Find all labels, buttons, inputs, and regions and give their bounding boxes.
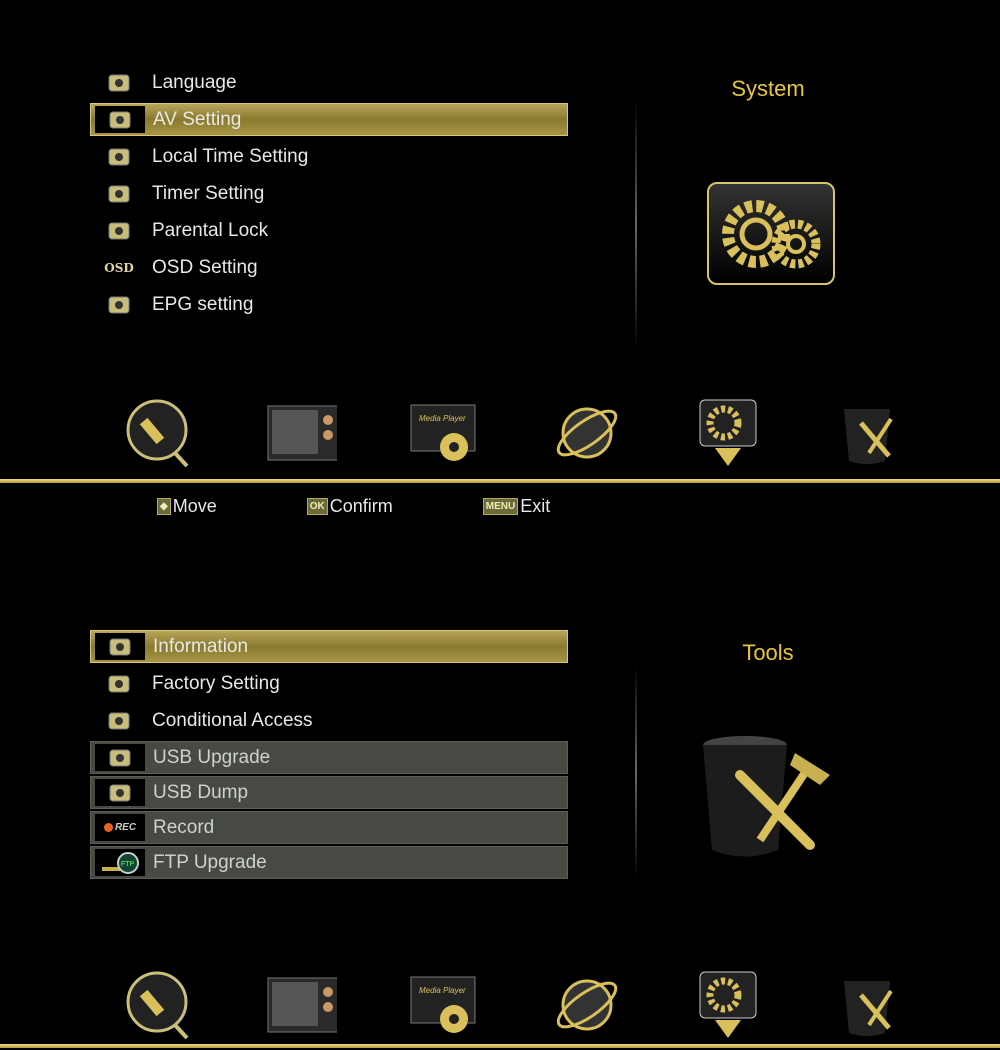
menu-item[interactable]: AV Setting	[90, 103, 568, 136]
media-player-icon[interactable]: Media Player	[409, 970, 479, 1040]
divider	[0, 479, 1000, 483]
system-screen: Language AV Setting Local Time Setting Time…	[0, 0, 1000, 516]
menu-item-label: Factory Setting	[152, 672, 280, 694]
parental-lock-icon	[94, 216, 144, 246]
hint-label: Move	[172, 496, 217, 516]
tools-screen: Information Factory Setting Conditional Ac…	[0, 530, 1000, 1050]
av-setting-icon	[95, 106, 145, 133]
main-menu-bar: Media Player	[0, 398, 1000, 468]
network-icon[interactable]	[551, 398, 621, 468]
panel-title: Tools	[742, 640, 794, 665]
usb-dump-icon	[95, 779, 145, 806]
menu-item-label: Language	[152, 71, 237, 93]
epg-icon	[94, 290, 144, 320]
menu-item[interactable]: OSD OSD Setting	[90, 249, 568, 286]
installation-icon[interactable]	[125, 970, 195, 1040]
system-gear-icon	[707, 182, 835, 285]
tools-icon	[700, 735, 840, 860]
menu-item-label: Record	[153, 816, 215, 838]
usb-upgrade-icon	[95, 744, 145, 771]
menu-item-label: EPG setting	[152, 293, 254, 315]
key-icon: ◆	[157, 498, 171, 515]
panel-title: System	[731, 76, 805, 101]
language-icon	[94, 68, 144, 98]
menu-item[interactable]: REC Record	[90, 811, 568, 844]
menu-item-label: USB Dump	[153, 781, 249, 803]
osd-icon: OSD	[104, 260, 134, 275]
menu-item-label: Parental Lock	[152, 219, 269, 241]
key-icon: OK	[306, 498, 328, 515]
conditional-access-icon	[94, 706, 144, 736]
tv-icon[interactable]	[267, 398, 337, 468]
installation-icon[interactable]	[125, 398, 195, 468]
svg-text:Media Player: Media Player	[419, 986, 466, 995]
system-menu: Language AV Setting Local Time Setting Time…	[90, 64, 568, 323]
menu-item[interactable]: EPG setting	[90, 286, 568, 323]
factory-setting-icon	[94, 669, 144, 699]
menu-item[interactable]: Timer Setting	[90, 175, 568, 212]
menu-item-label: Timer Setting	[152, 182, 265, 204]
divider	[635, 100, 637, 350]
network-icon[interactable]	[551, 970, 621, 1040]
system-icon[interactable]	[693, 398, 763, 468]
menu-item-label: FTP Upgrade	[153, 851, 267, 873]
menu-item[interactable]: Local Time Setting	[90, 138, 568, 175]
menu-item[interactable]: USB Dump	[90, 776, 568, 809]
menu-item-label: AV Setting	[153, 108, 242, 130]
globe-clock-icon	[94, 142, 144, 172]
key-hints: ◆ Move OK Confirm MENU Exit	[157, 496, 640, 517]
hint-label: Exit	[520, 496, 551, 516]
menu-item[interactable]: Parental Lock	[90, 212, 568, 249]
menu-item[interactable]: Language	[90, 64, 568, 101]
menu-item-label: OSD Setting	[152, 256, 258, 278]
hint-exit: MENU Exit	[482, 496, 551, 517]
menu-item[interactable]: Information	[90, 630, 568, 663]
tools-menu: Information Factory Setting Conditional Ac…	[90, 628, 568, 881]
divider	[635, 665, 637, 880]
hint-label: Confirm	[329, 496, 393, 516]
media-player-icon[interactable]: Media Player	[409, 398, 479, 468]
menu-item-label: Conditional Access	[152, 709, 313, 731]
system-icon[interactable]	[693, 970, 763, 1040]
tv-icon[interactable]	[267, 970, 337, 1040]
tools-icon[interactable]	[835, 970, 905, 1040]
key-icon: MENU	[482, 498, 519, 515]
menu-item-label: Local Time Setting	[152, 145, 309, 167]
menu-item[interactable]: USB Upgrade	[90, 741, 568, 774]
divider	[0, 1044, 1000, 1048]
svg-text:FTP: FTP	[121, 861, 135, 868]
tools-icon[interactable]	[835, 398, 905, 468]
menu-item[interactable]: FTP FTP Upgrade	[90, 846, 568, 879]
menu-item[interactable]: Conditional Access	[90, 702, 568, 739]
timer-icon	[94, 179, 144, 209]
hint-confirm: OK Confirm	[306, 496, 393, 517]
ftp-upgrade-icon: FTP	[95, 849, 145, 876]
menu-item[interactable]: Factory Setting	[90, 665, 568, 702]
record-icon: REC	[95, 814, 145, 841]
main-menu-bar: Media Player	[0, 970, 1000, 1040]
hint-move: ◆ Move	[157, 496, 217, 517]
menu-item-label: Information	[153, 635, 249, 657]
menu-item-label: USB Upgrade	[153, 746, 271, 768]
information-icon	[95, 633, 145, 660]
svg-text:Media Player: Media Player	[419, 414, 466, 423]
